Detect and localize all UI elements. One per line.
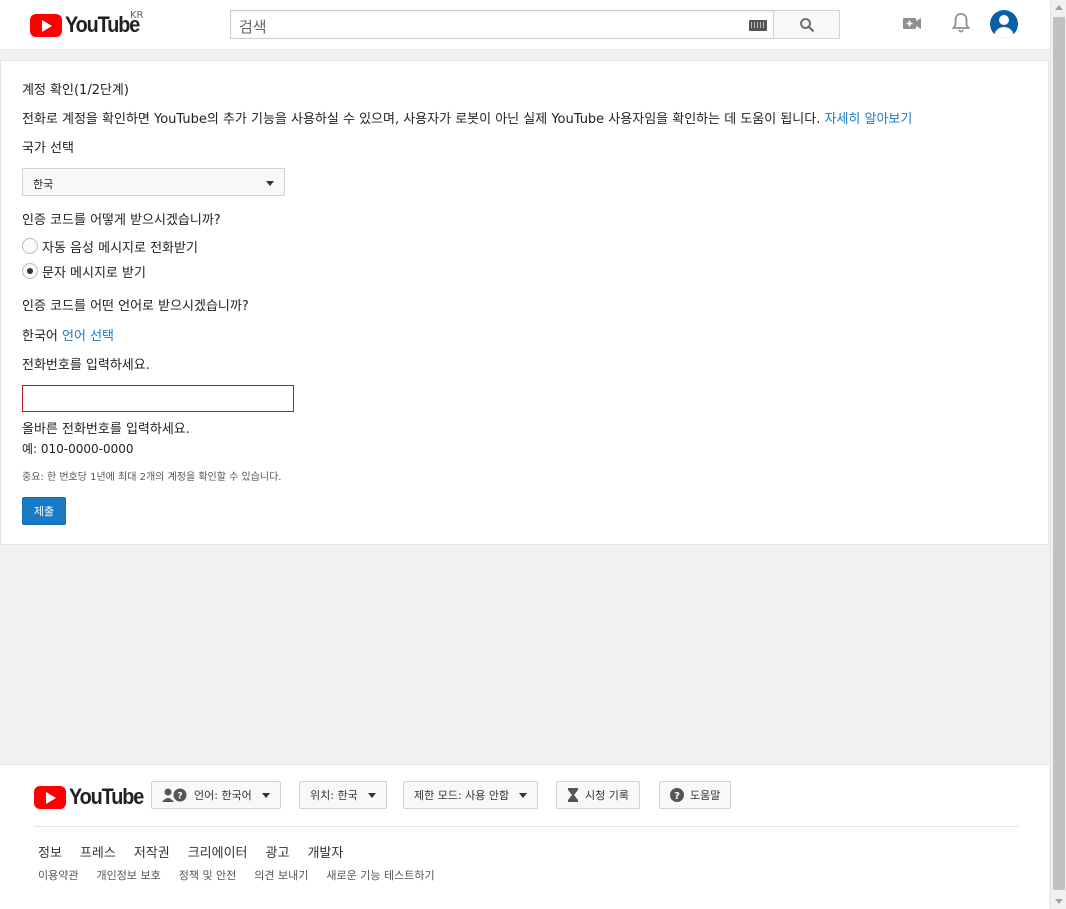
verify-account-card: 계정 확인(1/2단계) 전화로 계정을 확인하면 YouTube의 추가 기능…: [0, 60, 1049, 545]
region-code: KR: [130, 10, 144, 21]
language-caret-icon: [261, 792, 270, 798]
footer-link-test-features[interactable]: 새로운 기능 테스트하기: [326, 867, 434, 883]
footer-link-feedback[interactable]: 의견 보내기: [254, 867, 308, 883]
page-title: 계정 확인(1/2단계): [22, 83, 129, 98]
country-select[interactable]: 한국: [22, 168, 285, 196]
youtube-play-icon: [34, 785, 66, 809]
hourglass-icon: [568, 788, 578, 802]
footer-link-about[interactable]: 정보: [38, 842, 62, 861]
footer-link-copyright[interactable]: 저작권: [134, 842, 170, 861]
country-label: 국가 선택: [22, 141, 74, 156]
history-button-label: 시청 기록: [585, 789, 629, 802]
history-button[interactable]: 시청 기록: [556, 781, 640, 809]
search-icon: [799, 17, 814, 32]
footer: YouTube ? 언어: 한국어 위치: 한국 제한 모드: 사용 안함 시청…: [0, 764, 1049, 909]
logo-text: YouTube: [65, 12, 140, 37]
restricted-mode-button[interactable]: 제한 모드: 사용 안함: [403, 781, 539, 809]
search-input[interactable]: 검색: [230, 10, 773, 39]
verify-description: 전화로 계정을 확인하면 YouTube의 추가 기능을 사용하실 수 있으며,…: [22, 108, 912, 127]
phone-error-message: 올바른 전화번호를 입력하세요.: [22, 422, 190, 437]
language-people-icon: ?: [162, 788, 187, 802]
footer-logo-text: YouTube: [69, 784, 144, 809]
radio-text-message[interactable]: [22, 263, 38, 279]
youtube-play-icon: [30, 13, 62, 37]
footer-primary-links: 정보 프레스 저작권 크리에이터 광고 개발자: [38, 842, 343, 861]
location-button[interactable]: 위치: 한국: [299, 781, 387, 809]
footer-link-developers[interactable]: 개발자: [307, 842, 343, 861]
keyboard-icon[interactable]: [749, 20, 767, 31]
footer-link-creators[interactable]: 크리에이터: [188, 842, 248, 861]
masthead: YouTube KR 검색: [0, 0, 1050, 50]
help-button[interactable]: ? 도움말: [659, 781, 732, 809]
help-button-label: 도움말: [690, 789, 721, 802]
location-caret-icon: [367, 792, 376, 798]
location-button-label: 위치: 한국: [310, 789, 358, 802]
footer-link-policy-safety[interactable]: 정책 및 안전: [179, 867, 237, 883]
learn-more-link[interactable]: 자세히 알아보기: [824, 112, 912, 127]
scroll-down-arrow-icon[interactable]: [1055, 899, 1063, 904]
language-button[interactable]: ? 언어: 한국어: [151, 781, 281, 809]
footer-youtube-logo[interactable]: YouTube: [34, 784, 151, 810]
notifications-bell-icon[interactable]: [951, 11, 971, 35]
country-select-value: 한국: [33, 178, 54, 191]
language-row: 한국어 언어 선택: [22, 325, 114, 344]
svg-text:?: ?: [674, 791, 680, 802]
upload-video-icon[interactable]: [902, 11, 922, 35]
youtube-logo[interactable]: YouTube KR: [30, 10, 147, 38]
method-question: 인증 코드를 어떻게 받으시겠습니까?: [22, 213, 221, 228]
language-question: 인증 코드를 어떤 언어로 받으시겠습니까?: [22, 299, 249, 314]
radio-voice-call[interactable]: [22, 238, 38, 254]
account-avatar[interactable]: [990, 10, 1018, 38]
svg-text:?: ?: [177, 792, 182, 802]
dropdown-caret-icon: [266, 181, 274, 186]
radio-voice-call-label[interactable]: 자동 음성 메시지로 전화받기: [42, 237, 198, 256]
restricted-mode-label: 제한 모드: 사용 안함: [414, 789, 510, 802]
phone-number-input[interactable]: [22, 385, 294, 412]
submit-button[interactable]: 제출: [22, 497, 66, 525]
radio-text-message-label[interactable]: 문자 메시지로 받기: [42, 262, 146, 281]
choose-language-link[interactable]: 언어 선택: [62, 329, 114, 344]
scroll-up-arrow-icon[interactable]: [1055, 5, 1063, 10]
search-bar: 검색: [230, 10, 840, 39]
footer-link-privacy[interactable]: 개인정보 보호: [96, 867, 160, 883]
footer-link-terms[interactable]: 이용약관: [38, 867, 78, 883]
restricted-caret-icon: [519, 792, 528, 798]
phone-example: 예: 010-0000-0000: [22, 442, 134, 456]
scrollbar-thumb[interactable]: [1053, 17, 1065, 890]
description-text: 전화로 계정을 확인하면 YouTube의 추가 기능을 사용하실 수 있으며,…: [22, 112, 821, 127]
footer-divider: [34, 826, 1019, 827]
limit-note: 중요: 한 번호당 1년에 최대 2개의 계정을 확인할 수 있습니다.: [22, 472, 282, 483]
help-icon: ?: [670, 788, 684, 802]
language-button-label: 언어: 한국어: [194, 789, 252, 802]
footer-link-advertise[interactable]: 광고: [266, 842, 290, 861]
footer-secondary-links: 이용약관 개인정보 보호 정책 및 안전 의견 보내기 새로운 기능 테스트하기: [38, 867, 435, 883]
language-value: 한국어: [22, 329, 58, 344]
search-placeholder: 검색: [239, 18, 267, 36]
phone-label: 전화번호를 입력하세요.: [22, 358, 150, 373]
footer-link-press[interactable]: 프레스: [80, 842, 116, 861]
page-scrollbar[interactable]: [1050, 0, 1066, 909]
search-button[interactable]: [773, 10, 840, 39]
